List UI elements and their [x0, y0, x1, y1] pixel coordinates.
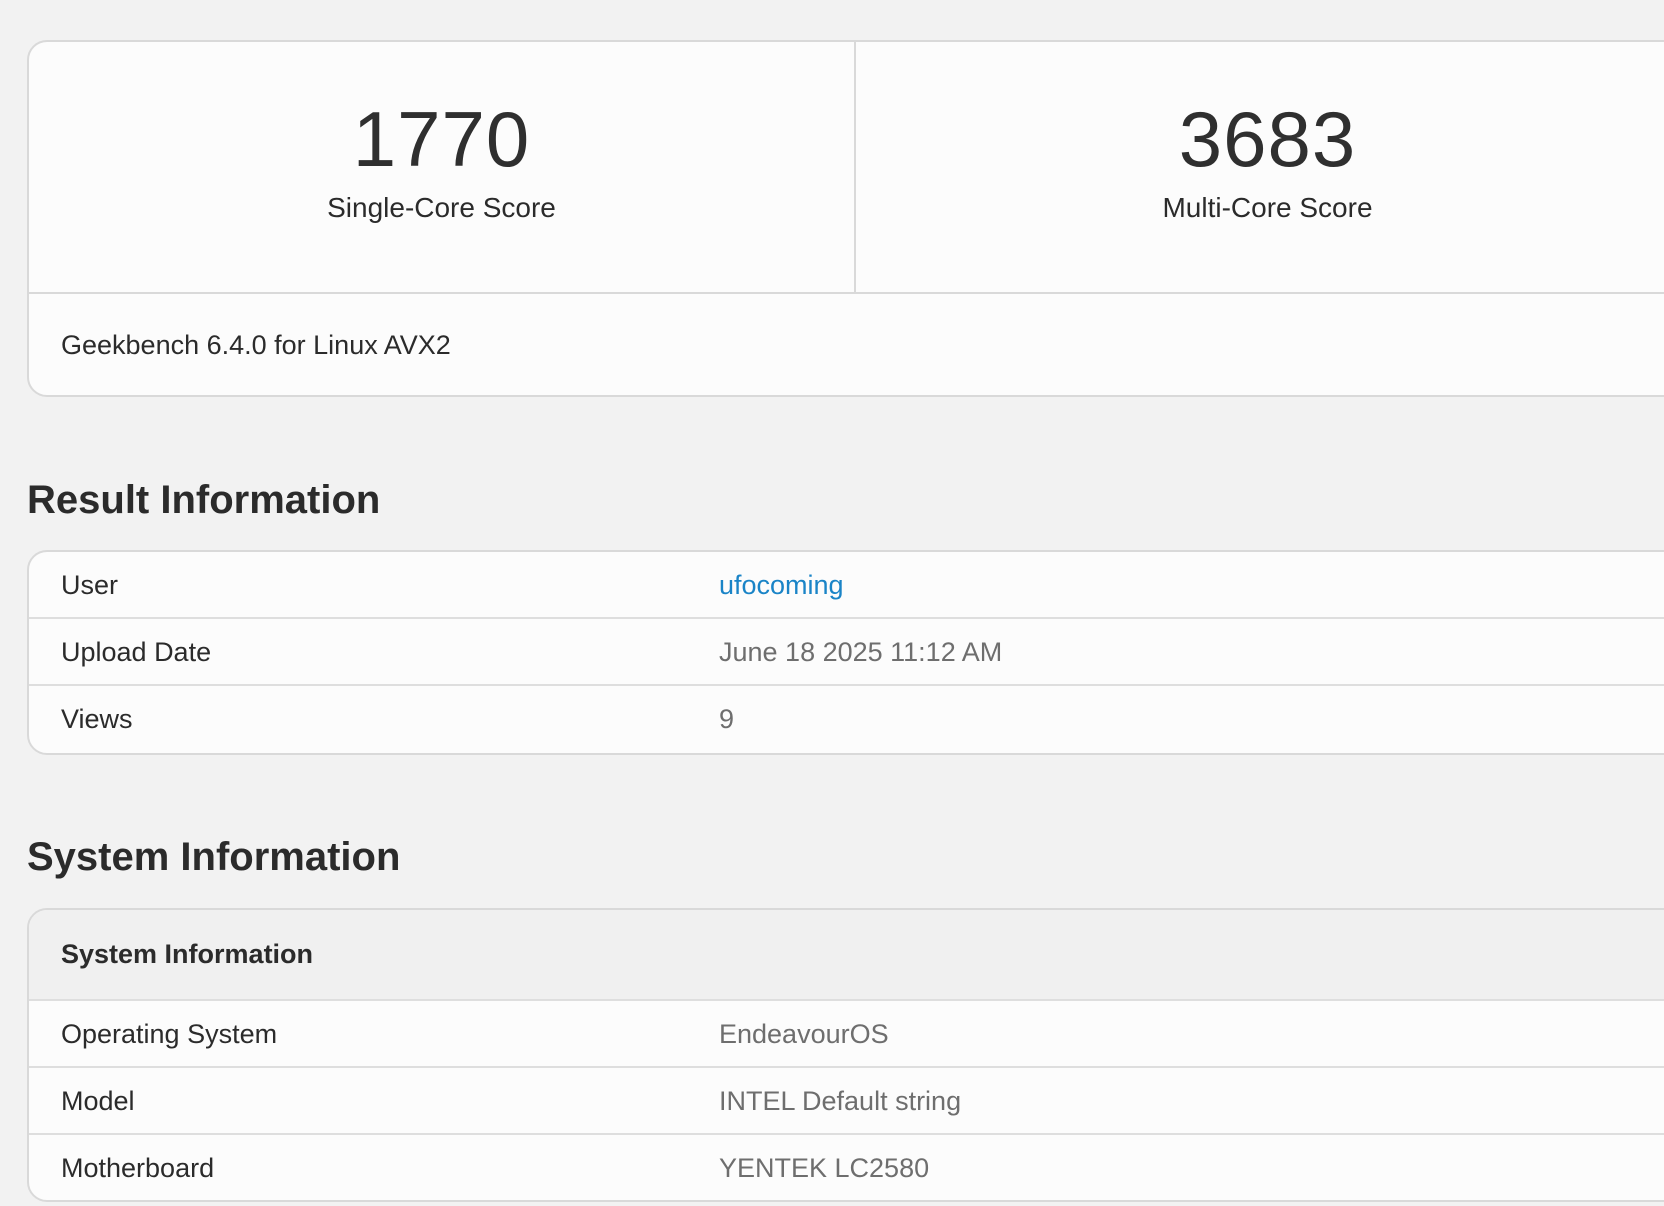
operating-system-value: EndeavourOS — [719, 1019, 889, 1049]
multi-core-score-value: 3683 — [1178, 95, 1357, 183]
row-label-user: User — [61, 570, 119, 600]
row-label-views: Views — [61, 704, 133, 734]
row-label-model: Model — [61, 1086, 135, 1116]
table-row: Motherboard YENTEK LC2580 — [29, 1135, 1664, 1200]
table-row: Operating System EndeavourOS — [29, 1001, 1664, 1068]
benchmark-version: Geekbench 6.4.0 for Linux AVX2 — [61, 330, 451, 360]
score-row: 1770 Single-Core Score 3683 Multi-Core S… — [29, 42, 1664, 294]
table-row: Views 9 — [29, 686, 1664, 753]
model-value: INTEL Default string — [719, 1086, 962, 1116]
system-information-table: System Information Operating System Ende… — [27, 908, 1664, 1202]
result-information-heading: Result Information — [27, 478, 381, 522]
row-label-operating-system: Operating System — [61, 1019, 278, 1049]
geekbench-result-page: 1770 Single-Core Score 3683 Multi-Core S… — [0, 0, 1664, 1206]
motherboard-value: YENTEK LC2580 — [719, 1153, 930, 1183]
views-value: 9 — [719, 704, 735, 734]
single-core-score-label: Single-Core Score — [327, 192, 556, 223]
result-information-table: User ufocoming Upload Date June 18 2025 … — [27, 550, 1664, 755]
row-label-upload-date: Upload Date — [61, 637, 212, 667]
table-row: Model INTEL Default string — [29, 1068, 1664, 1135]
table-row: User ufocoming — [29, 552, 1664, 619]
single-core-score-cell: 1770 Single-Core Score — [29, 42, 854, 292]
user-link[interactable]: ufocoming — [719, 552, 844, 619]
table-row: Upload Date June 18 2025 11:12 AM — [29, 619, 1664, 686]
score-card: 1770 Single-Core Score 3683 Multi-Core S… — [27, 40, 1664, 397]
single-core-score-value: 1770 — [352, 95, 531, 183]
system-information-heading: System Information — [27, 835, 401, 879]
row-label-motherboard: Motherboard — [61, 1153, 215, 1183]
system-information-table-header: System Information — [29, 910, 1664, 1001]
upload-date-value: June 18 2025 11:12 AM — [719, 637, 1003, 667]
multi-core-score-cell: 3683 Multi-Core Score — [854, 42, 1664, 292]
multi-core-score-label: Multi-Core Score — [1162, 192, 1373, 223]
